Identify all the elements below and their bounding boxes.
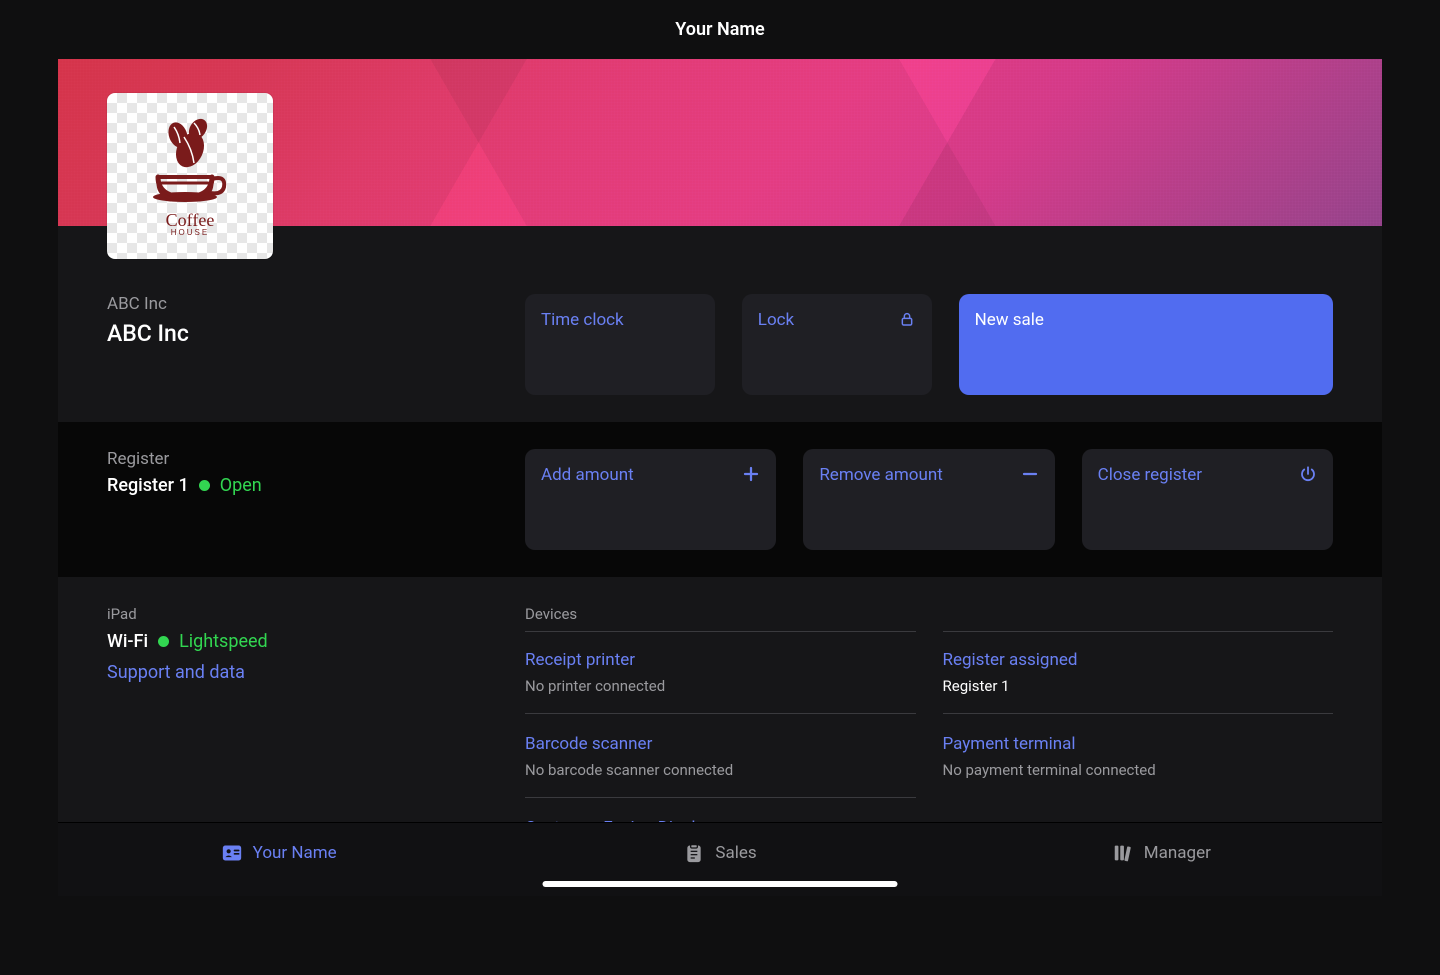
lock-button[interactable]: Lock bbox=[742, 294, 932, 395]
tab-sales-label: Sales bbox=[715, 843, 756, 863]
device-receipt-printer-status: No printer connected bbox=[525, 677, 665, 695]
device-item-barcode-scanner: Barcode scanner No barcode scanner conne… bbox=[525, 734, 916, 798]
lock-label: Lock bbox=[758, 310, 794, 330]
register-label: Register bbox=[107, 449, 525, 469]
logo-subcaption: HOUSE bbox=[166, 229, 215, 237]
new-sale-label: New sale bbox=[975, 310, 1044, 330]
status-dot-icon bbox=[199, 480, 210, 491]
close-register-button[interactable]: Close register bbox=[1082, 449, 1333, 550]
power-icon bbox=[1299, 465, 1317, 483]
devices-heading: Devices bbox=[525, 605, 1333, 623]
device-item-register-assigned: Register assigned Register 1 bbox=[943, 650, 1334, 714]
device-register-assigned-link[interactable]: Register assigned bbox=[943, 650, 1334, 670]
clipboard-icon bbox=[683, 842, 705, 864]
hero-banner: Coffee HOUSE bbox=[58, 59, 1382, 226]
add-amount-button[interactable]: Add amount bbox=[525, 449, 776, 550]
logo-caption: Coffee bbox=[166, 210, 215, 230]
add-amount-label: Add amount bbox=[541, 465, 634, 485]
company-name: ABC Inc bbox=[107, 320, 525, 347]
new-sale-button[interactable]: New sale bbox=[959, 294, 1333, 395]
close-register-label: Close register bbox=[1098, 465, 1202, 485]
device-barcode-scanner-link[interactable]: Barcode scanner bbox=[525, 734, 916, 754]
register-name: Register 1 bbox=[107, 475, 189, 496]
minus-icon bbox=[1021, 465, 1039, 483]
company-logo: Coffee HOUSE bbox=[107, 93, 273, 259]
top-header: Your Name bbox=[58, 0, 1382, 59]
plus-icon bbox=[742, 465, 760, 483]
device-item-payment-terminal: Payment terminal No payment terminal con… bbox=[943, 734, 1334, 797]
connection-type: Wi-Fi bbox=[107, 631, 148, 652]
profile-card-icon bbox=[221, 842, 243, 864]
tab-profile-label: Your Name bbox=[253, 843, 337, 863]
wifi-network-name: Lightspeed bbox=[179, 631, 268, 652]
page-title: Your Name bbox=[675, 19, 764, 40]
wifi-status-dot-icon bbox=[158, 636, 169, 647]
support-and-data-link[interactable]: Support and data bbox=[107, 662, 525, 683]
company-subtitle: ABC Inc bbox=[107, 294, 525, 314]
device-register-assigned-value: Register 1 bbox=[943, 677, 1010, 695]
register-section: Register Register 1 Open Add amount Remo… bbox=[58, 422, 1382, 577]
tab-manager-label: Manager bbox=[1144, 843, 1211, 863]
device-payment-terminal-status: No payment terminal connected bbox=[943, 761, 1156, 779]
bookshelf-icon bbox=[1112, 842, 1134, 864]
tab-profile[interactable]: Your Name bbox=[58, 823, 499, 896]
device-payment-terminal-link[interactable]: Payment terminal bbox=[943, 734, 1334, 754]
remove-amount-button[interactable]: Remove amount bbox=[803, 449, 1054, 550]
lock-icon bbox=[898, 310, 916, 328]
device-barcode-scanner-status: No barcode scanner connected bbox=[525, 761, 733, 779]
coffee-logo-icon bbox=[140, 115, 240, 215]
home-indicator bbox=[543, 881, 898, 887]
register-status: Open bbox=[220, 475, 262, 496]
time-clock-button[interactable]: Time clock bbox=[525, 294, 715, 395]
ipad-label: iPad bbox=[107, 605, 525, 623]
tab-manager[interactable]: Manager bbox=[941, 823, 1382, 896]
device-item-receipt-printer: Receipt printer No printer connected bbox=[525, 650, 916, 714]
time-clock-label: Time clock bbox=[541, 310, 624, 330]
device-receipt-printer-link[interactable]: Receipt printer bbox=[525, 650, 916, 670]
remove-amount-label: Remove amount bbox=[819, 465, 943, 485]
